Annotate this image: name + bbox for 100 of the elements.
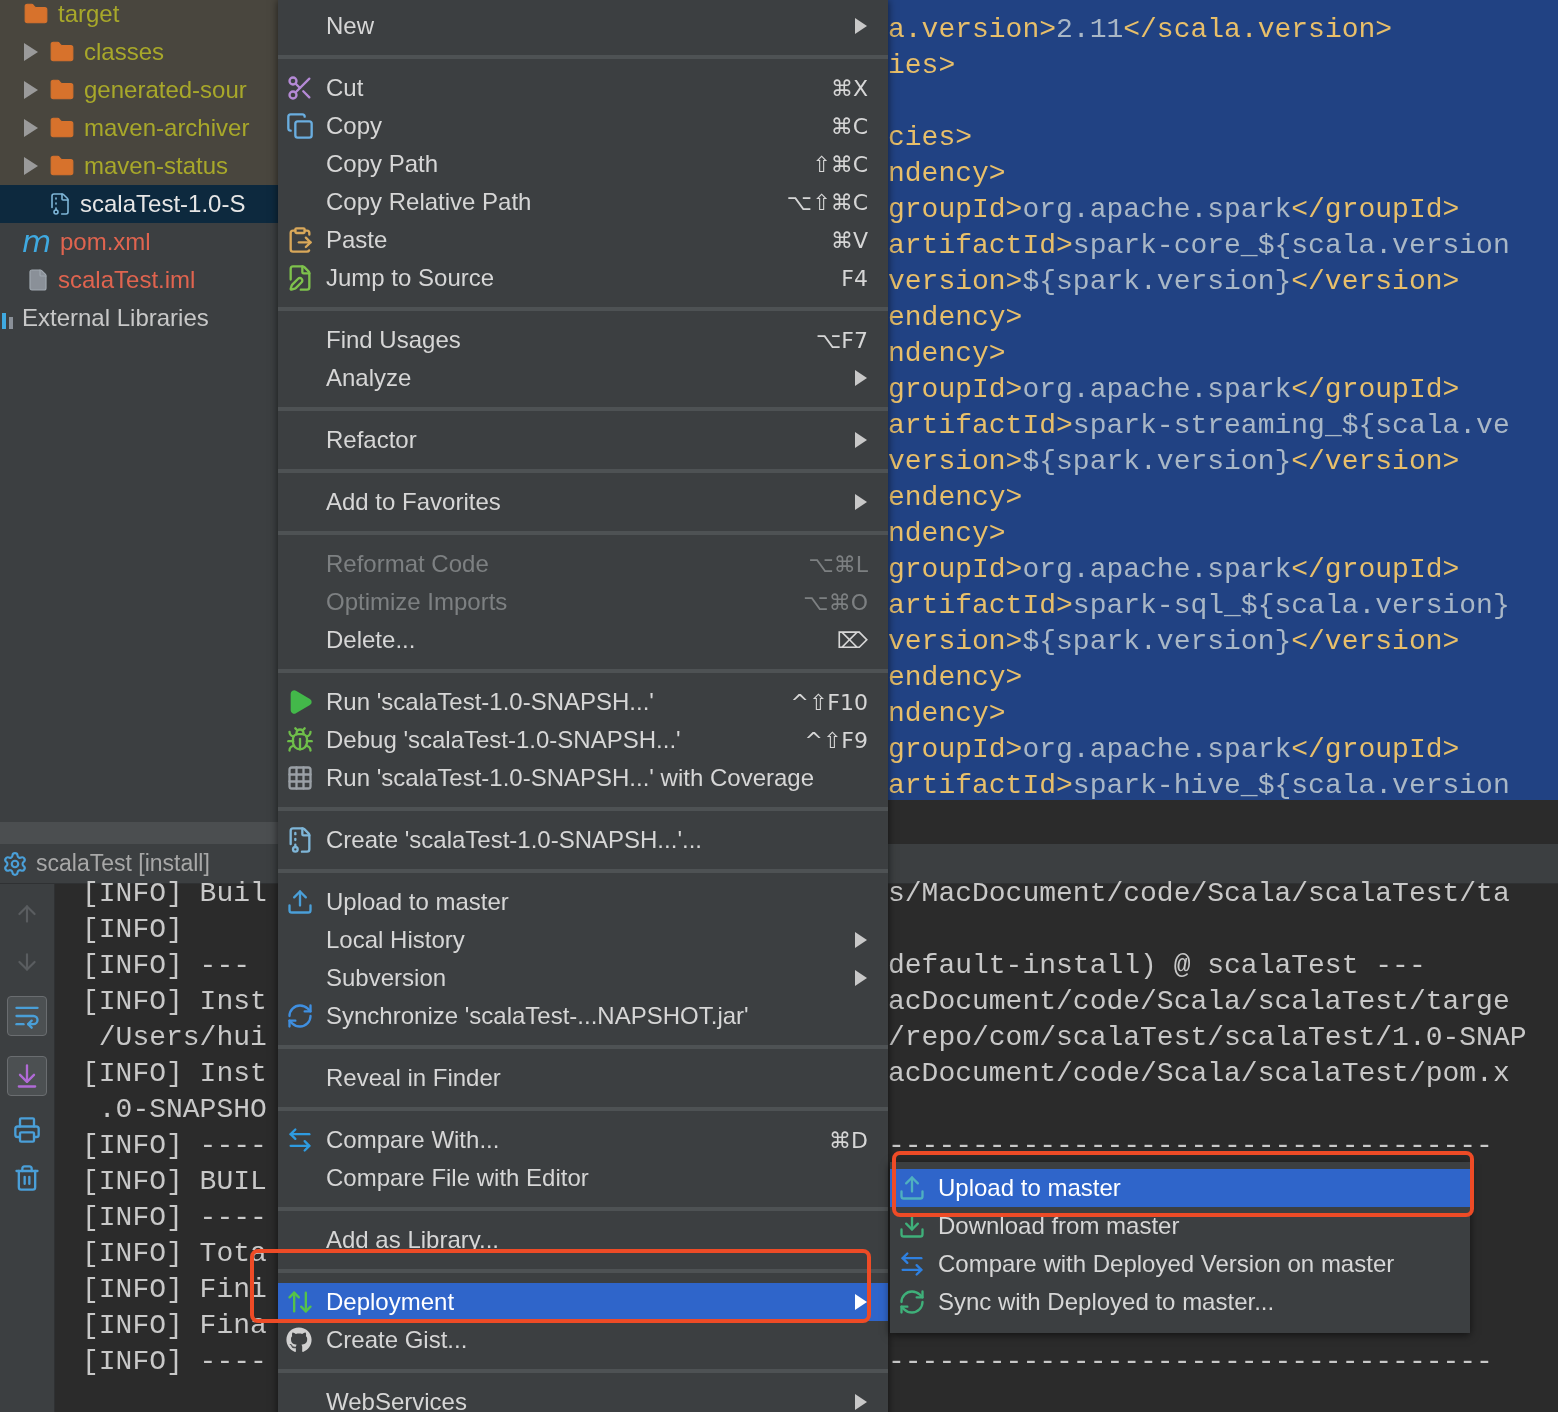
menu-item[interactable]: Find Usages ⌥F7: [278, 321, 888, 359]
upload-icon: [898, 1174, 926, 1202]
code-line: groupId>org.apache.spark</groupId>: [888, 193, 1461, 227]
menu-item[interactable]: Reveal in Finder: [278, 1059, 888, 1097]
code-line: endency>: [888, 301, 1024, 335]
code-line: a.version>2.11</scala.version>: [888, 13, 1394, 47]
console-line: s/MacDocument/code/Scala/scalaTest/ta: [888, 877, 1510, 911]
menu-item[interactable]: Create Gist...: [278, 1321, 888, 1359]
bug-icon: [286, 726, 314, 754]
menu-item[interactable]: Add as Library...: [278, 1221, 888, 1259]
code-line: artifactId>spark-streaming_${scala.ve: [888, 409, 1511, 443]
expand-arrow-icon[interactable]: [22, 80, 40, 100]
tree-item[interactable]: classes: [0, 33, 278, 71]
console-line: [INFO] ----: [81, 1345, 267, 1379]
tree-item[interactable]: target: [0, 0, 278, 33]
tree-item[interactable]: generated-sour: [0, 71, 278, 109]
expand-arrow-icon[interactable]: [22, 118, 40, 138]
maven-file-icon: m: [22, 227, 52, 257]
code-line: endency>: [888, 661, 1024, 695]
menu-item[interactable]: Cut ⌘X: [278, 69, 888, 107]
menu-item[interactable]: Compare File with Editor: [278, 1159, 888, 1197]
menu-item[interactable]: Subversion: [278, 959, 888, 997]
menu-item[interactable]: Copy Path ⇧⌘C: [278, 145, 888, 183]
menu-item[interactable]: Compare with Deployed Version on master: [890, 1245, 1470, 1283]
coverage-icon: [286, 764, 314, 792]
soft-wrap-icon[interactable]: [7, 996, 47, 1036]
menu-item[interactable]: Copy ⌘C: [278, 107, 888, 145]
submenu-arrow-icon: [854, 931, 868, 949]
settings-icon[interactable]: [2, 850, 28, 877]
console-line: /repo/com/scalaTest/scalaTest/1.0-SNAP: [888, 1021, 1527, 1055]
code-line: artifactId>spark-sql_${scala.version}: [888, 589, 1511, 623]
submenu-arrow-icon: [854, 493, 868, 511]
menu-item[interactable]: Refactor: [278, 421, 888, 459]
sync-icon: [898, 1288, 926, 1316]
submenu-arrow-icon: [854, 969, 868, 987]
console-line: ------------------------------------: [888, 1129, 1493, 1163]
code-line: endency>: [888, 481, 1024, 515]
menu-item[interactable]: Compare With... ⌘D: [278, 1121, 888, 1159]
submenu-arrow-icon: [854, 1293, 868, 1311]
console-line: [INFO] ---: [81, 949, 251, 983]
menu-item[interactable]: Debug 'scalaTest-1.0-SNAPSH...' ^⇧F9: [278, 721, 888, 759]
trash-icon[interactable]: [13, 1164, 41, 1192]
menu-item[interactable]: Delete... ⌦: [278, 621, 888, 659]
menu-item[interactable]: Paste ⌘V: [278, 221, 888, 259]
submenu-arrow-icon: [854, 17, 868, 35]
code-line: ies>: [888, 49, 957, 83]
print-icon[interactable]: [13, 1116, 41, 1144]
menu-item[interactable]: Create 'scalaTest-1.0-SNAPSH...'...: [278, 821, 888, 859]
console-line: [INFO] ----: [81, 1129, 267, 1163]
console-line: ------------------------------------: [888, 1345, 1493, 1379]
console-line: [INFO] Inst: [81, 985, 267, 1019]
menu-item[interactable]: Run 'scalaTest-1.0-SNAPSH...' ^⇧F10: [278, 683, 888, 721]
console-line: acDocument/code/Scala/scalaTest/targe: [888, 985, 1510, 1019]
code-line: version>${spark.version}</version>: [888, 265, 1461, 299]
code-line: ndency>: [888, 697, 1007, 731]
menu-item[interactable]: Add to Favorites: [278, 483, 888, 521]
menu-item[interactable]: Sync with Deployed to master...: [890, 1283, 1470, 1321]
code-line: artifactId>spark-core_${scala.version: [888, 229, 1511, 263]
submenu-arrow-icon: [854, 1393, 868, 1411]
code-line: groupId>org.apache.spark</groupId>: [888, 733, 1461, 767]
code-line: version>${spark.version}</version>: [888, 445, 1461, 479]
menu-item[interactable]: Jump to Source F4: [278, 259, 888, 297]
console-line: [INFO] ----: [81, 1201, 267, 1235]
upload-icon: [286, 888, 314, 916]
menu-item[interactable]: Upload to master: [278, 883, 888, 921]
menu-item[interactable]: Copy Relative Path ⌥⇧⌘C: [278, 183, 888, 221]
tree-item[interactable]: scalaTest-1.0-S: [0, 185, 278, 223]
archive-file-icon: [48, 190, 72, 218]
console-line: default-install) @ scalaTest ---: [888, 949, 1426, 983]
expand-arrow-icon[interactable]: [22, 42, 40, 62]
expand-arrow-icon[interactable]: [22, 156, 40, 176]
code-line: cies>: [888, 121, 973, 155]
submenu-arrow-icon: [854, 431, 868, 449]
tree-item[interactable]: External Libraries: [0, 299, 278, 337]
scroll-to-end-icon[interactable]: [7, 1056, 47, 1096]
menu-item[interactable]: Local History: [278, 921, 888, 959]
copy-icon: [286, 112, 314, 140]
console-line: /Users/hui: [97, 1021, 267, 1055]
menu-item[interactable]: WebServices: [278, 1383, 888, 1412]
code-line: ndency>: [888, 337, 1007, 371]
code-line: version>${spark.version}</version>: [888, 625, 1461, 659]
console-line: [INFO] BUIL: [81, 1165, 267, 1199]
tree-item[interactable]: maven-archiver: [0, 109, 278, 147]
menu-item[interactable]: Synchronize 'scalaTest-...NAPSHOT.jar': [278, 997, 888, 1035]
menu-item[interactable]: New: [278, 7, 888, 45]
code-line: ndency>: [888, 157, 1007, 191]
menu-item[interactable]: Download from master: [890, 1207, 1470, 1245]
code-line: ndency>: [888, 517, 1007, 551]
console-line: [INFO]: [81, 913, 183, 947]
code-line: artifactId>spark-hive_${scala.version: [888, 769, 1511, 800]
code-line: groupId>org.apache.spark</groupId>: [888, 373, 1461, 407]
console-line: [INFO] Inst: [81, 1057, 267, 1091]
code-line: groupId>org.apache.spark</groupId>: [888, 553, 1461, 587]
tree-item[interactable]: maven-status: [0, 147, 278, 185]
tree-item[interactable]: m pom.xml: [0, 223, 278, 261]
menu-item[interactable]: Upload to master: [890, 1169, 1470, 1207]
menu-item[interactable]: Analyze: [278, 359, 888, 397]
menu-item[interactable]: Run 'scalaTest-1.0-SNAPSH...' with Coverage: [278, 759, 888, 797]
menu-item[interactable]: Deployment: [278, 1283, 888, 1321]
submenu-arrow-icon: [854, 369, 868, 387]
